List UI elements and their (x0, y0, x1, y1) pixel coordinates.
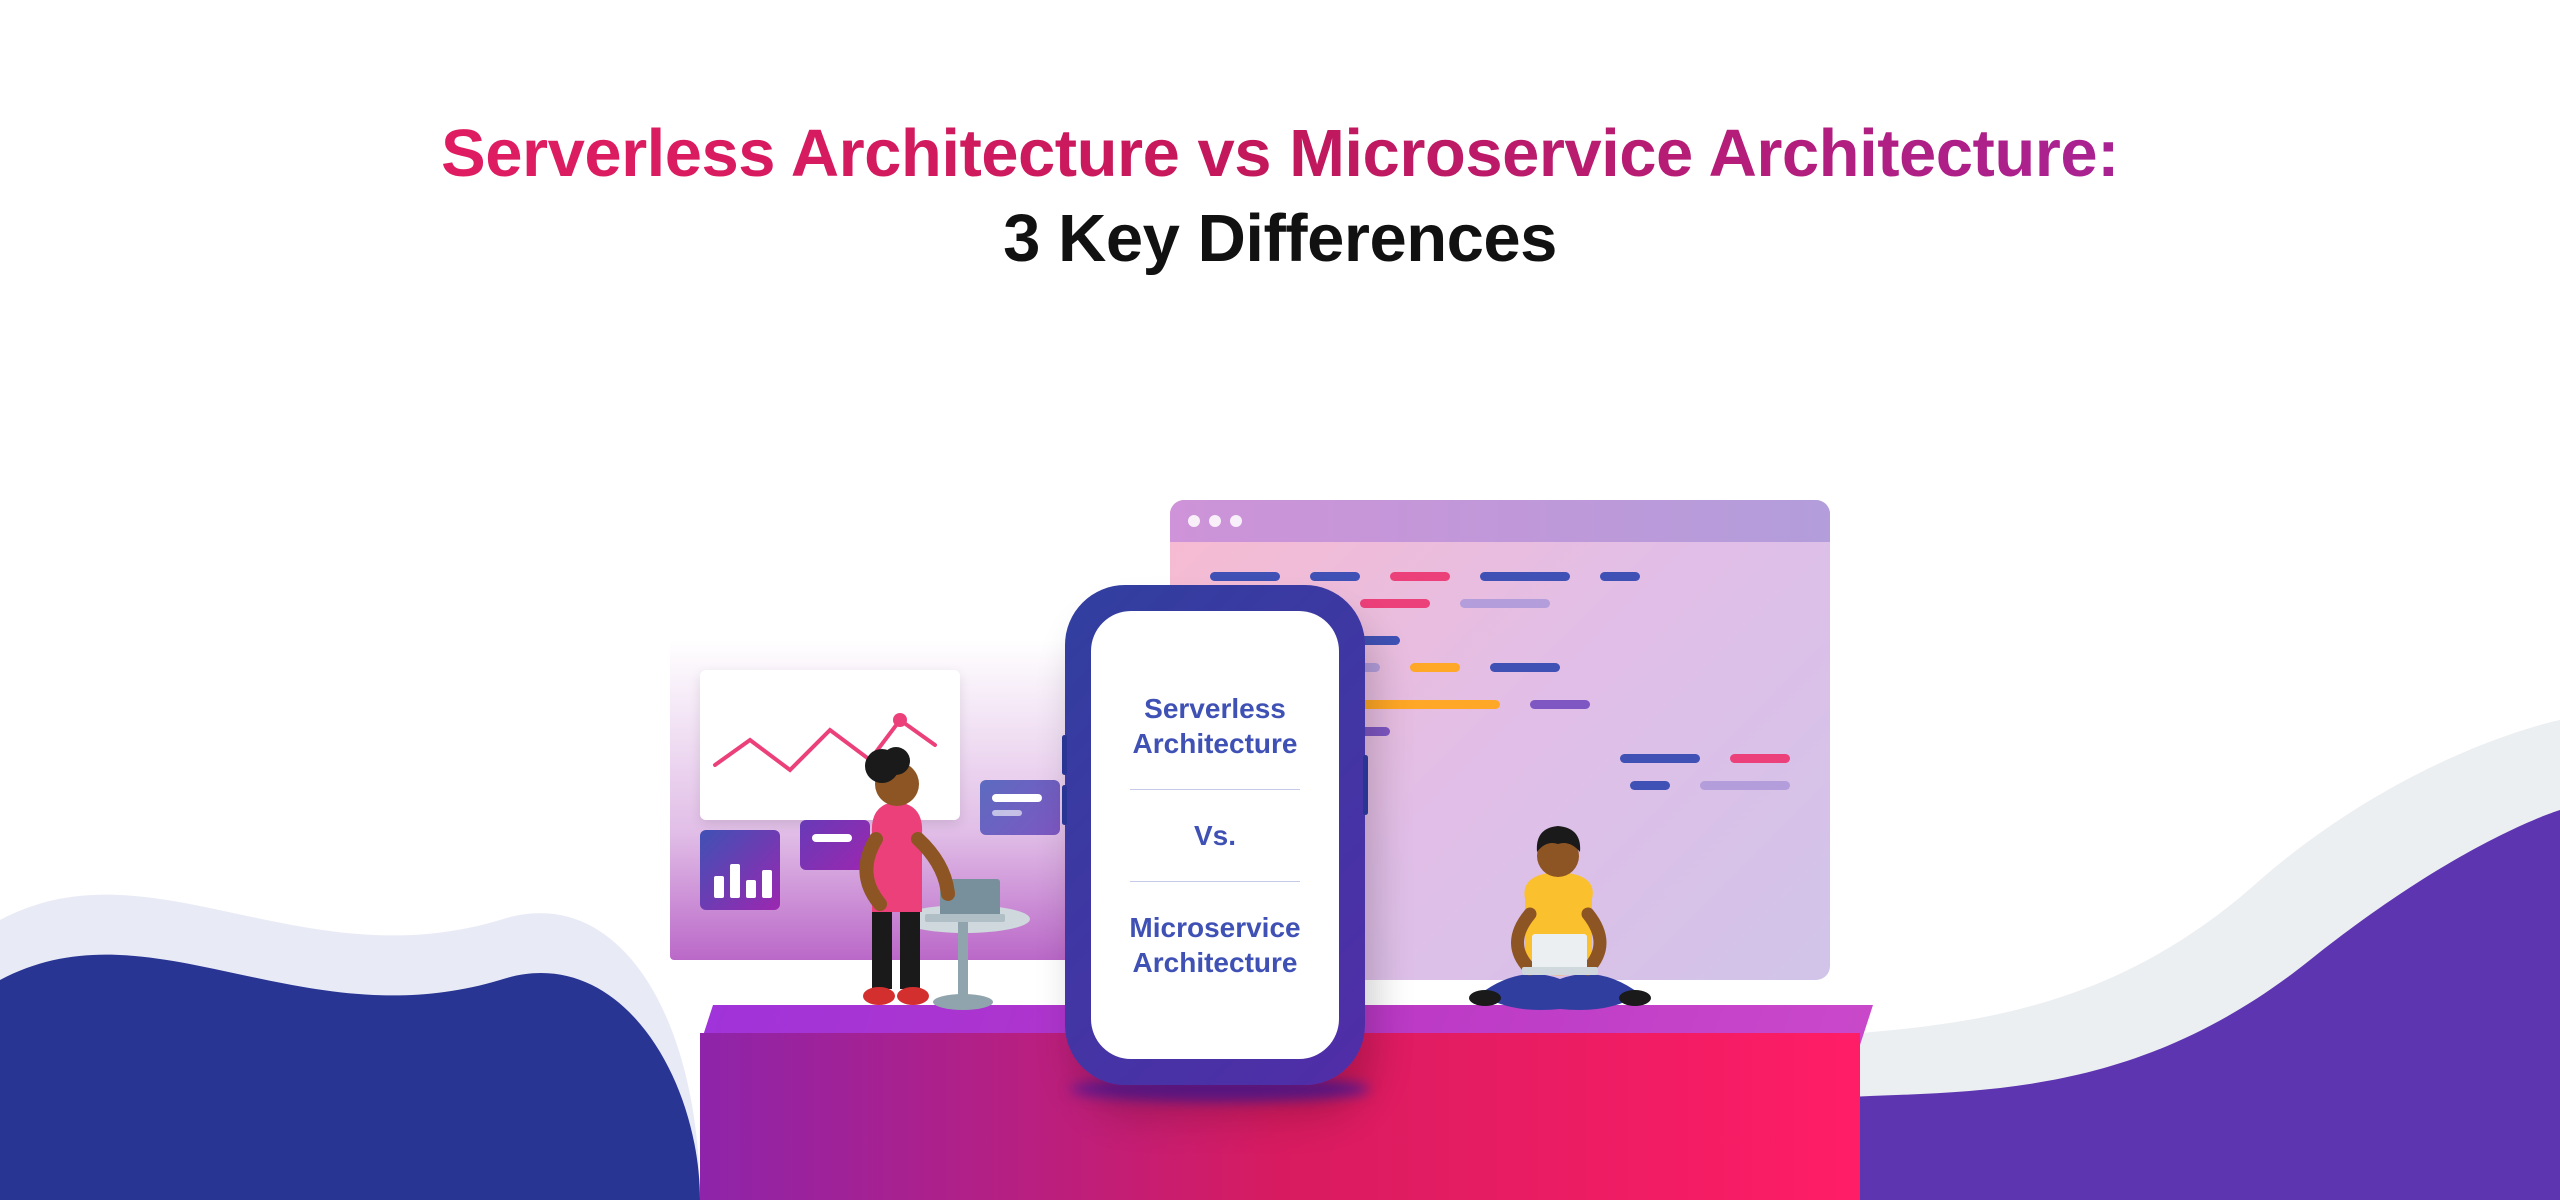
heading-subtitle: 3 Key Differences (0, 200, 2560, 277)
illustration-stage: Serverless Architecture Vs. Microservice… (700, 380, 1860, 1200)
person-sitting-icon (1440, 814, 1680, 1014)
phone-screen: Serverless Architecture Vs. Microservice… (1091, 611, 1339, 1059)
person-standing-icon (800, 664, 1050, 1014)
divider (1130, 789, 1301, 790)
window-titlebar (1170, 500, 1830, 542)
phone-label-serverless: Serverless Architecture (1133, 691, 1298, 761)
window-dot-icon (1230, 515, 1242, 527)
phone-label-microservice: Microservice Architecture (1129, 910, 1300, 980)
window-dot-icon (1188, 515, 1200, 527)
window-dot-icon (1209, 515, 1221, 527)
heading-gradient-line: Serverless Architecture vs Microservice … (0, 115, 2560, 192)
wave-left (0, 800, 700, 1200)
divider (1130, 881, 1301, 882)
bar-chart-card (700, 830, 780, 910)
text: Microservice (1129, 912, 1300, 943)
phone-device: Serverless Architecture Vs. Microservice… (1065, 585, 1365, 1085)
page-heading: Serverless Architecture vs Microservice … (0, 0, 2560, 277)
text: Architecture (1133, 947, 1298, 978)
text: Architecture (1133, 728, 1298, 759)
text: Serverless (1144, 693, 1286, 724)
phone-label-vs: Vs. (1194, 818, 1236, 853)
